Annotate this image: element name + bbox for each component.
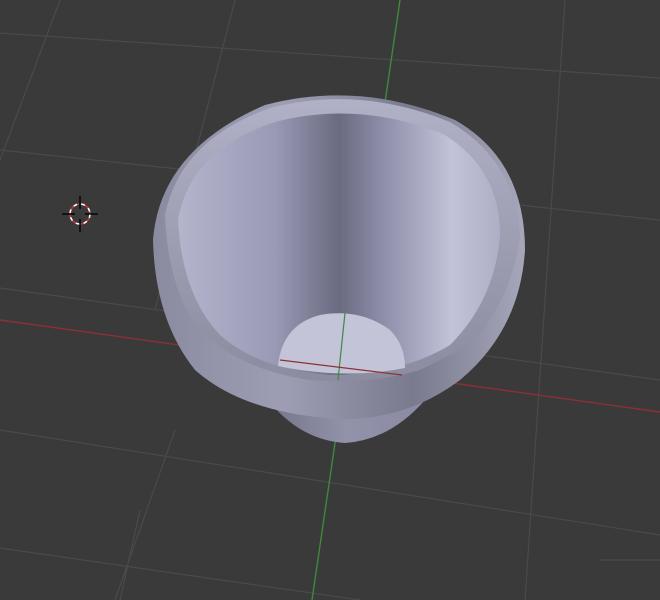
viewport-canvas[interactable] bbox=[0, 0, 660, 600]
3d-cursor-icon[interactable] bbox=[62, 196, 98, 232]
funnel-mesh[interactable] bbox=[153, 95, 525, 443]
3d-viewport[interactable] bbox=[0, 0, 660, 600]
